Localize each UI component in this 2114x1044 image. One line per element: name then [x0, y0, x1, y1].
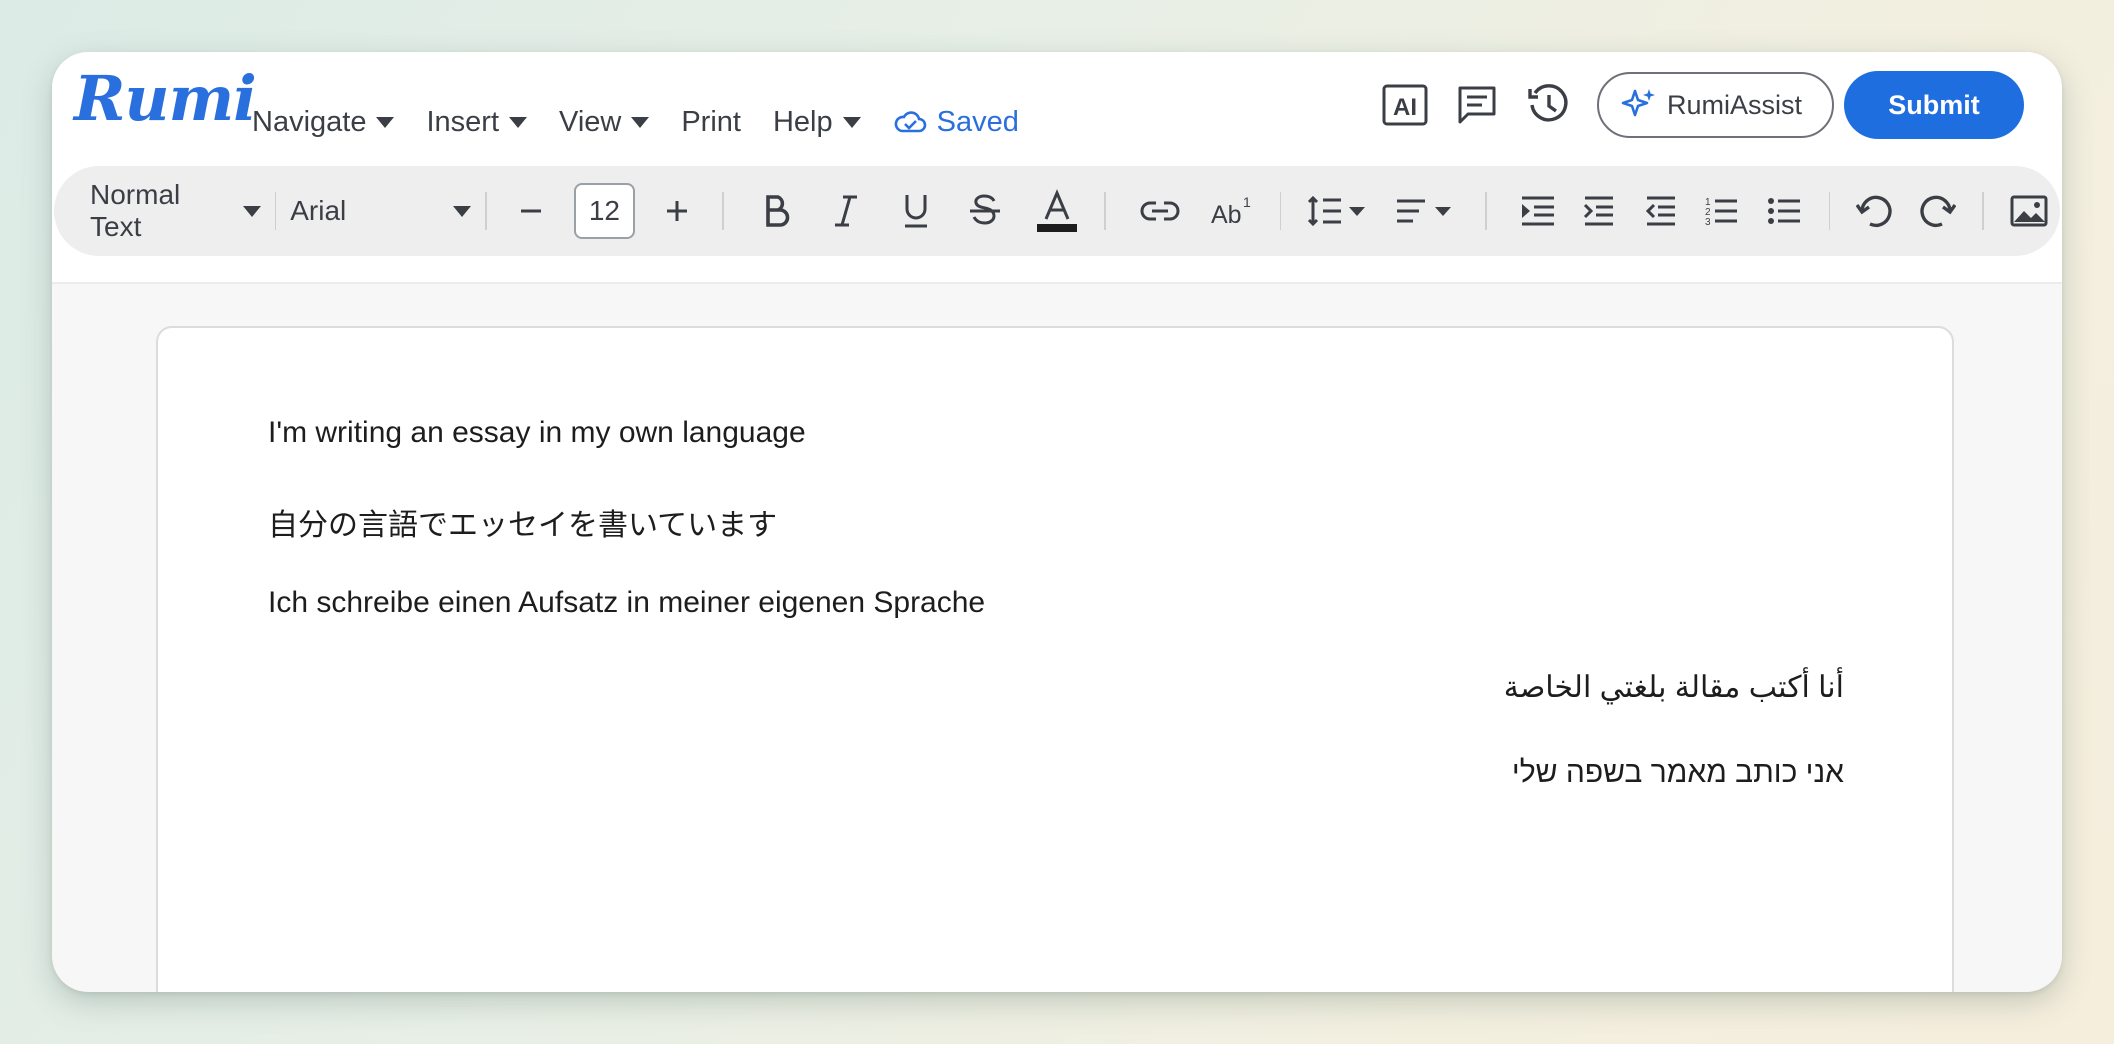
rumi-assist-label: RumiAssist — [1666, 89, 1802, 120]
numbered-list-icon: 123 — [1705, 197, 1738, 227]
menu-help-label: Help — [772, 105, 833, 138]
redo-button[interactable] — [1918, 189, 1957, 233]
increase-indent-button[interactable] — [1580, 189, 1618, 233]
line-spacing-icon — [1308, 195, 1366, 227]
font-size-input[interactable]: 12 — [574, 183, 635, 239]
chevron-down-icon — [242, 205, 261, 217]
menu-help[interactable]: Help — [773, 106, 861, 139]
underline-icon — [904, 195, 927, 228]
text-color-icon — [1036, 189, 1077, 232]
paragraph-style-value: Normal Text — [90, 179, 181, 242]
link-icon — [1140, 201, 1179, 221]
right-tools: AI RumiAssist Submit — [1381, 71, 2024, 139]
format-toolbar: Normal Text Arial 12 Ab 1 1 2 3 — [54, 166, 2060, 256]
divider — [1828, 192, 1831, 230]
cloud-check-icon — [894, 111, 926, 133]
insert-image-button[interactable] — [2010, 189, 2048, 233]
font-family-select[interactable]: Arial — [290, 195, 472, 227]
menu-navigate-label: Navigate — [252, 105, 367, 138]
increase-font-size-button[interactable] — [659, 189, 697, 233]
divider — [1982, 192, 1984, 230]
divider — [1103, 192, 1106, 230]
insert-link-button[interactable] — [1140, 189, 1180, 233]
superscript-icon: Ab 1 — [1211, 195, 1251, 227]
menu-insert[interactable]: Insert — [426, 106, 527, 139]
menu-navigate[interactable]: Navigate — [252, 105, 395, 139]
chevron-down-icon — [453, 205, 472, 217]
divider — [485, 192, 487, 230]
comment-icon — [1458, 86, 1496, 124]
svg-text:3: 3 — [1705, 217, 1711, 227]
ai-button[interactable]: AI — [1381, 81, 1429, 129]
menu-insert-label: Insert — [426, 105, 499, 138]
underline-button[interactable] — [897, 189, 935, 233]
svg-text:AI: AI — [1393, 94, 1417, 121]
italic-button[interactable] — [827, 189, 865, 233]
comments-button[interactable] — [1453, 81, 1501, 129]
history-button[interactable] — [1525, 81, 1573, 129]
menu-view-label: View — [559, 105, 622, 138]
menu-bar: Navigate Insert View Print Help Saved — [252, 92, 1019, 152]
menu-view[interactable]: View — [559, 105, 650, 139]
document-line-german[interactable]: Ich schreibe einen Aufsatz in meiner eig… — [268, 586, 985, 620]
divider — [274, 192, 277, 230]
bulleted-list-button[interactable] — [1765, 189, 1803, 233]
ai-icon: AI — [1382, 84, 1428, 126]
image-icon — [2010, 195, 2048, 227]
chevron-down-icon — [631, 116, 650, 128]
sparkle-icon — [1621, 89, 1655, 117]
undo-button[interactable] — [1856, 189, 1894, 233]
chevron-down-icon — [376, 116, 395, 128]
decrease-indent-button[interactable] — [1642, 189, 1680, 233]
increase-indent-icon — [1584, 196, 1614, 226]
history-icon — [1528, 84, 1568, 122]
top-bar: Rumi Navigate Insert View Print Help Sav… — [52, 52, 2062, 284]
superscript-button[interactable]: Ab 1 — [1210, 189, 1254, 233]
align-left-icon — [1397, 199, 1452, 223]
rumi-logo[interactable]: Rumi — [74, 62, 257, 135]
indent-first-line-button[interactable] — [1519, 189, 1557, 233]
numbered-list-button[interactable]: 123 — [1703, 189, 1741, 233]
chevron-down-icon — [509, 116, 527, 128]
paragraph-style-select[interactable]: Normal Text — [90, 179, 261, 243]
undo-icon — [1856, 195, 1892, 228]
font-family-value: Arial — [290, 195, 347, 226]
bold-icon — [765, 195, 789, 227]
line-spacing-button[interactable] — [1307, 189, 1371, 233]
divider — [1279, 192, 1282, 230]
document-line-hebrew[interactable]: אני כותב מאמר בשפה שלי — [1512, 756, 1844, 790]
text-color-button[interactable] — [1036, 189, 1078, 233]
divider — [722, 192, 724, 230]
document-line-english[interactable]: I'm writing an essay in my own language — [268, 416, 806, 450]
editor-window: Rumi Navigate Insert View Print Help Sav… — [52, 52, 2062, 992]
bullet-list-icon — [1767, 198, 1800, 224]
bold-button[interactable] — [758, 189, 796, 233]
indent-icon — [1521, 196, 1554, 226]
italic-icon — [835, 195, 858, 227]
decrease-indent-icon — [1645, 196, 1675, 226]
document-line-japanese[interactable]: 自分の言語でエッセイを書いています — [268, 500, 777, 544]
divider — [1485, 192, 1487, 230]
decrease-font-size-button[interactable] — [513, 189, 551, 233]
minus-icon — [521, 209, 542, 213]
alignment-button[interactable] — [1395, 189, 1459, 233]
redo-icon — [1920, 195, 1957, 228]
chevron-down-icon — [842, 116, 861, 128]
save-status-label: Saved — [936, 105, 1019, 138]
menu-print[interactable]: Print — [681, 106, 741, 139]
submit-button[interactable]: Submit — [1844, 71, 2024, 139]
menu-print-label: Print — [681, 105, 741, 138]
svg-text:1: 1 — [1243, 195, 1251, 210]
document-page[interactable]: I'm writing an essay in my own language … — [156, 326, 1954, 992]
save-status: Saved — [893, 106, 1019, 139]
strikethrough-icon — [970, 194, 1001, 225]
document-line-arabic[interactable]: أنا أكتب مقالة بلغتي الخاصة — [1504, 670, 1844, 705]
plus-icon — [667, 201, 688, 221]
rumi-assist-button[interactable]: RumiAssist — [1596, 72, 1834, 138]
svg-text:Ab: Ab — [1211, 201, 1242, 227]
strikethrough-button[interactable] — [966, 189, 1004, 233]
